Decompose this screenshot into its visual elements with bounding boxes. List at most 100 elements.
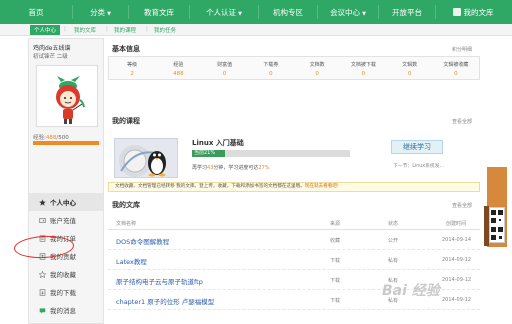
row-date: 2014-09-12 xyxy=(442,297,472,303)
row-source: 下载 xyxy=(330,298,341,304)
course-thumbnail[interactable] xyxy=(114,138,178,178)
stat-value: 488 xyxy=(173,71,184,77)
my-library-title: 我的文库 xyxy=(112,201,140,209)
library-table-header: 文档名称 来源 状态 创建时间 xyxy=(108,216,480,230)
linux-penguin-icon xyxy=(119,145,166,177)
course-title[interactable]: Linux 入门基础 xyxy=(192,138,244,148)
document-link[interactable]: chapter1 原子的位形 卢瑟福模型 xyxy=(116,296,214,306)
continue-learning-button[interactable]: 继续学习 xyxy=(391,140,443,154)
caret-down-icon: ▼ xyxy=(238,10,242,17)
points-detail-link[interactable]: 积分明细 xyxy=(452,46,472,53)
meta-prefix: 再学习 xyxy=(192,165,208,171)
row-source: 下载 xyxy=(330,278,341,284)
subtab-my-courses[interactable]: 我的课程 xyxy=(114,26,136,34)
stat-value: 0 xyxy=(361,71,366,77)
stat-value: 0 xyxy=(315,71,319,77)
nav-education[interactable]: 教育文库 xyxy=(129,7,189,18)
row-date: 2014-09-14 xyxy=(442,237,472,243)
meta-percent: 27% xyxy=(258,165,270,171)
column-date: 创建时间 xyxy=(446,221,467,227)
subtab-my-tasks[interactable]: 我的任务 xyxy=(154,26,176,34)
nav-conference-label: 会议中心 xyxy=(330,7,361,17)
star-outline-icon xyxy=(38,270,47,278)
nav-home[interactable]: 首页 xyxy=(0,7,72,18)
row-source: 下载 xyxy=(330,258,341,264)
stat-value: 2 xyxy=(130,71,134,77)
stat-documents: 文档数 0 xyxy=(294,57,340,79)
stats-panel: 等级 2 经验 488 财富值 0 下载券 0 文档数 0 文档被下载 0 文辑数 0 文辑被… xyxy=(108,56,480,80)
notice-text: 文档收藏、文档管理已经转移 我的文库。登上传，收藏，下载和添加书签的文档都在这里… xyxy=(115,184,305,189)
sidebar-item-label: 账户充值 xyxy=(50,217,76,225)
stat-label: 等级 xyxy=(127,62,138,68)
sidebar-item-messages[interactable]: 我的消息 xyxy=(29,301,103,319)
sidebar: 鸡肉de五线谱 初试锋芒 二级 经验:488/500 个人中心 账户充值 我的订… xyxy=(28,38,104,324)
stat-collections-favorited: 文辑被收藏 0 xyxy=(433,57,479,79)
nav-open-platform[interactable]: 开放平台 xyxy=(379,7,435,18)
stat-label: 文辑数 xyxy=(402,62,418,68)
row-date: 2014-09-12 xyxy=(442,257,472,263)
document-link[interactable]: 原子结构电子云与原子轨道ftp xyxy=(116,276,203,286)
stat-wealth: 财富值 0 xyxy=(202,57,248,79)
stat-value: 0 xyxy=(407,71,412,77)
course-progress-text: 再学习43分钟，学习进度可达27% xyxy=(192,164,270,171)
column-source: 来源 xyxy=(330,221,341,227)
row-date: 2014-09-12 xyxy=(442,277,472,283)
stat-level: 等级 2 xyxy=(109,57,155,79)
nav-category-label: 分类 xyxy=(90,7,106,17)
my-courses-title: 我的课程 xyxy=(112,117,140,125)
sidebar-item-favorites[interactable]: 我的收藏 xyxy=(29,265,103,283)
sidebar-item-label: 个人中心 xyxy=(50,199,76,207)
next-lesson-text[interactable]: 下一节：Linux系统发... xyxy=(393,162,444,169)
notice-banner: 文档收藏、文档管理已经转移 我的文库。登上传，收藏，下载和添加书签的文档都在这里… xyxy=(108,182,480,192)
caret-down-icon: ▼ xyxy=(107,10,111,17)
stat-label: 下载券 xyxy=(263,62,279,68)
wallet-icon xyxy=(39,217,46,224)
subtab-personal-center[interactable]: 个人中心 xyxy=(30,25,61,35)
sidebar-item-label: 我的下载 xyxy=(50,289,76,297)
nav-my-library[interactable]: 我的文库 xyxy=(436,7,510,18)
nav-conference[interactable]: 会议中心 ▼ xyxy=(318,7,378,18)
message-icon xyxy=(39,307,46,314)
table-row: Latex教程 下载 私有 2014-09-12 xyxy=(108,250,480,270)
username[interactable]: 鸡肉de五线谱 xyxy=(33,43,71,52)
basic-info-title: 基本信息 xyxy=(112,45,140,53)
courses-view-all-link[interactable]: 查看全部 xyxy=(452,118,472,125)
stat-value: 0 xyxy=(454,71,458,77)
sidebar-item-label: 我的收藏 xyxy=(50,271,76,279)
document-link[interactable]: Latex教程 xyxy=(116,256,147,266)
document-link[interactable]: DOS命令图解教程 xyxy=(116,236,169,246)
sub-nav: 个人中心 | 我的文库 | 我的课程 | 我的任务 xyxy=(0,24,512,36)
sidebar-item-label: 我的消息 xyxy=(50,307,76,315)
row-source: 收藏 xyxy=(330,238,341,244)
nav-my-library-label: 我的文库 xyxy=(463,7,494,17)
nav-certification-label: 个人认证 xyxy=(206,7,237,17)
notice-link[interactable]: 现在就去看看吧! xyxy=(305,184,339,189)
row-status: 私有 xyxy=(388,258,399,264)
meta-middle: 分钟，学习进度可达 xyxy=(213,165,259,171)
stat-value: 0 xyxy=(222,71,227,77)
row-status: 公开 xyxy=(388,238,399,244)
stat-label: 文辑被收藏 xyxy=(443,62,469,68)
nav-category[interactable]: 分类 ▼ xyxy=(73,7,128,18)
course-progress-bar: 当前21% xyxy=(192,150,350,157)
course-progress-fill: 当前21% xyxy=(192,150,226,157)
column-status: 状态 xyxy=(388,221,399,227)
experience-bar-fill xyxy=(33,141,100,145)
sidebar-item-recharge[interactable]: 账户充值 xyxy=(29,211,103,229)
download-icon xyxy=(39,288,46,296)
sidebar-item-personal-center[interactable]: 个人中心 xyxy=(29,193,103,211)
subnav-divider: | xyxy=(64,26,66,32)
avatar[interactable] xyxy=(36,65,98,127)
star-icon xyxy=(39,198,46,206)
stat-label: 文档数 xyxy=(309,62,325,68)
subtab-my-library[interactable]: 我的文库 xyxy=(74,26,96,34)
nav-certification[interactable]: 个人认证 ▼ xyxy=(190,7,258,18)
experience-bar xyxy=(33,141,101,145)
stat-download-coupons: 下载券 0 xyxy=(248,57,294,79)
sidebar-item-downloads[interactable]: 我的下载 xyxy=(29,283,103,301)
experience-text: 经验:488/500 xyxy=(33,133,69,141)
library-view-all-link[interactable]: 查看全部 xyxy=(452,202,472,209)
user-icon xyxy=(452,7,461,16)
column-name: 文档名称 xyxy=(116,221,137,227)
nav-institution[interactable]: 机构专区 xyxy=(259,7,317,18)
